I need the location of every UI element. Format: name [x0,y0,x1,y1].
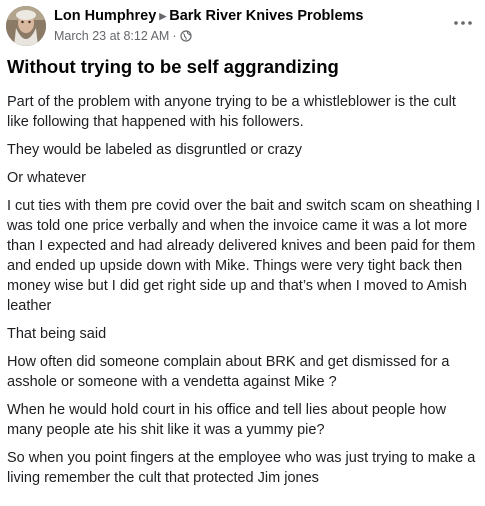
meta-separator: · [172,29,177,43]
post-paragraph: So when you point fingers at the employe… [7,450,476,486]
author-line: Lon Humphrey ▶ Bark River Knives Problems [54,8,363,24]
caret-right-icon: ▶ [159,11,167,21]
post-paragraph: When he would hold court in his office a… [7,402,447,438]
avatar[interactable] [6,6,46,46]
more-horizontal-icon [454,21,472,25]
post-paragraph: I cut ties with them pre covid over the … [7,198,481,314]
post-meta: March 23 at 8:12 AM · [54,29,192,45]
post-body: Part of the problem with anyone trying t… [7,92,481,496]
post-paragraph: How often did someone complain about BRK… [7,354,450,390]
author-name[interactable]: Lon Humphrey [54,8,156,24]
post-title: Without trying to be self aggrandizing [7,56,339,77]
post-card: Lon Humphrey ▶ Bark River Knives Problems … [0,0,485,506]
globe-icon[interactable] [179,30,192,45]
post-timestamp[interactable]: March 23 at 8:12 AM [54,29,169,43]
post-paragraph: They would be labeled as disgruntled or … [7,142,302,158]
post-paragraph: That being said [7,326,107,342]
post-paragraph: Part of the problem with anyone trying t… [7,94,456,130]
post-paragraph: Or whatever [7,170,86,186]
group-name[interactable]: Bark River Knives Problems [169,8,363,24]
post-header: Lon Humphrey ▶ Bark River Knives Problems … [6,6,479,50]
more-options-button[interactable] [451,16,475,30]
